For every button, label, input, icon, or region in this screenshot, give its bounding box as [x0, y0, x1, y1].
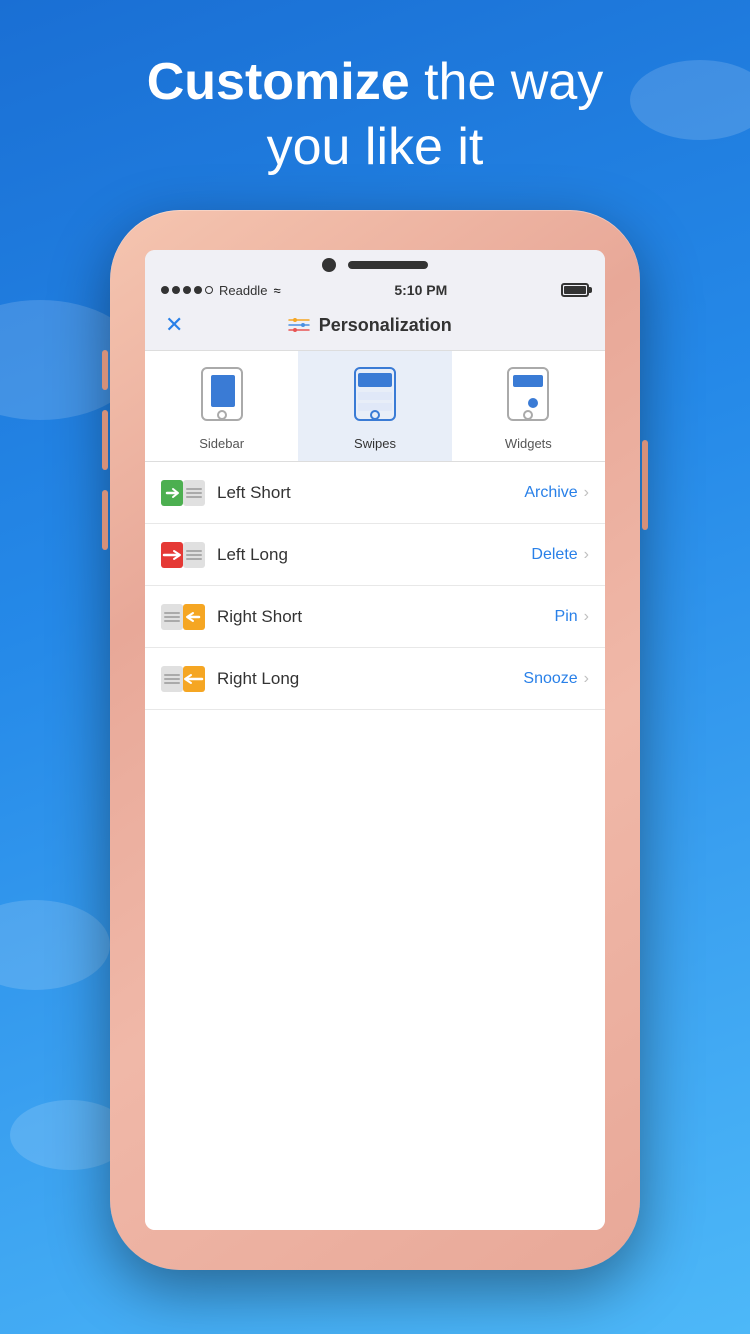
close-button[interactable]: ✕ — [165, 312, 183, 338]
right-short-icon — [161, 604, 205, 630]
power-button — [642, 440, 648, 530]
left-long-chevron: › — [584, 546, 589, 564]
left-short-value: Archive — [524, 484, 577, 502]
right-short-value: Pin — [555, 608, 578, 626]
sidebar-tab-icon — [197, 365, 247, 430]
right-long-value: Snooze — [523, 670, 577, 688]
phone-screen: Readdle ≈ 5:10 PM ✕ — [145, 250, 605, 1230]
wifi-icon: ≈ — [273, 283, 280, 298]
sidebar-tab-label: Sidebar — [199, 436, 244, 451]
volume-down-button — [102, 490, 108, 550]
left-long-row[interactable]: Left Long Delete › — [145, 524, 605, 586]
signal-dot-2 — [172, 286, 180, 294]
volume-up-button — [102, 410, 108, 470]
phone-shell: Readdle ≈ 5:10 PM ✕ — [110, 210, 640, 1270]
battery-icon — [561, 283, 589, 297]
right-short-row[interactable]: Right Short Pin › — [145, 586, 605, 648]
phone-camera-area — [322, 258, 428, 272]
signal-strength — [161, 286, 213, 294]
tab-widgets[interactable]: Widgets — [452, 351, 605, 461]
left-short-label: Left Short — [217, 483, 524, 503]
right-short-label: Right Short — [217, 607, 555, 627]
swipes-tab-label: Swipes — [354, 436, 396, 451]
signal-dot-1 — [161, 286, 169, 294]
left-long-icon — [161, 542, 205, 568]
signal-dot-4 — [194, 286, 202, 294]
signal-dot-5 — [205, 286, 213, 294]
header-line2: you like it — [147, 115, 604, 180]
carrier-label: Readdle — [219, 283, 267, 298]
speaker-bar — [348, 261, 428, 269]
header-text: Customize the way you like it — [147, 50, 604, 180]
widgets-tab-label: Widgets — [505, 436, 552, 451]
silent-switch — [102, 350, 108, 390]
left-long-label: Left Long — [217, 545, 531, 565]
right-long-label: Right Long — [217, 669, 523, 689]
swipes-tab-icon — [350, 365, 400, 430]
right-short-chevron: › — [584, 608, 589, 626]
header-light: the way — [410, 53, 604, 111]
nav-bar: ✕ Personalization — [145, 304, 605, 351]
widgets-tab-icon — [503, 365, 553, 430]
tab-swipes[interactable]: Swipes — [298, 351, 451, 461]
signal-dot-3 — [183, 286, 191, 294]
header-bold: Customize — [147, 53, 410, 111]
right-long-chevron: › — [584, 670, 589, 688]
front-camera — [322, 258, 336, 272]
left-short-icon — [161, 480, 205, 506]
left-short-chevron: › — [584, 484, 589, 502]
tab-sidebar[interactable]: Sidebar — [145, 351, 298, 461]
status-left: Readdle ≈ — [161, 283, 281, 298]
phone-top — [145, 250, 605, 276]
settings-list: Left Short Archive › — [145, 462, 605, 1230]
tab-selector: Sidebar Swipes — [145, 351, 605, 462]
phone-wrapper: Readdle ≈ 5:10 PM ✕ — [95, 210, 655, 1334]
status-right — [561, 283, 589, 297]
status-time: 5:10 PM — [394, 282, 447, 298]
nav-title: Personalization — [319, 315, 452, 336]
right-long-row[interactable]: Right Long Snooze › — [145, 648, 605, 710]
left-long-value: Delete — [531, 546, 577, 564]
personalization-icon — [287, 313, 311, 337]
nav-title-area: Personalization — [287, 313, 452, 337]
status-bar: Readdle ≈ 5:10 PM — [145, 276, 605, 304]
right-long-icon — [161, 666, 205, 692]
left-short-row[interactable]: Left Short Archive › — [145, 462, 605, 524]
battery-fill — [564, 286, 586, 294]
